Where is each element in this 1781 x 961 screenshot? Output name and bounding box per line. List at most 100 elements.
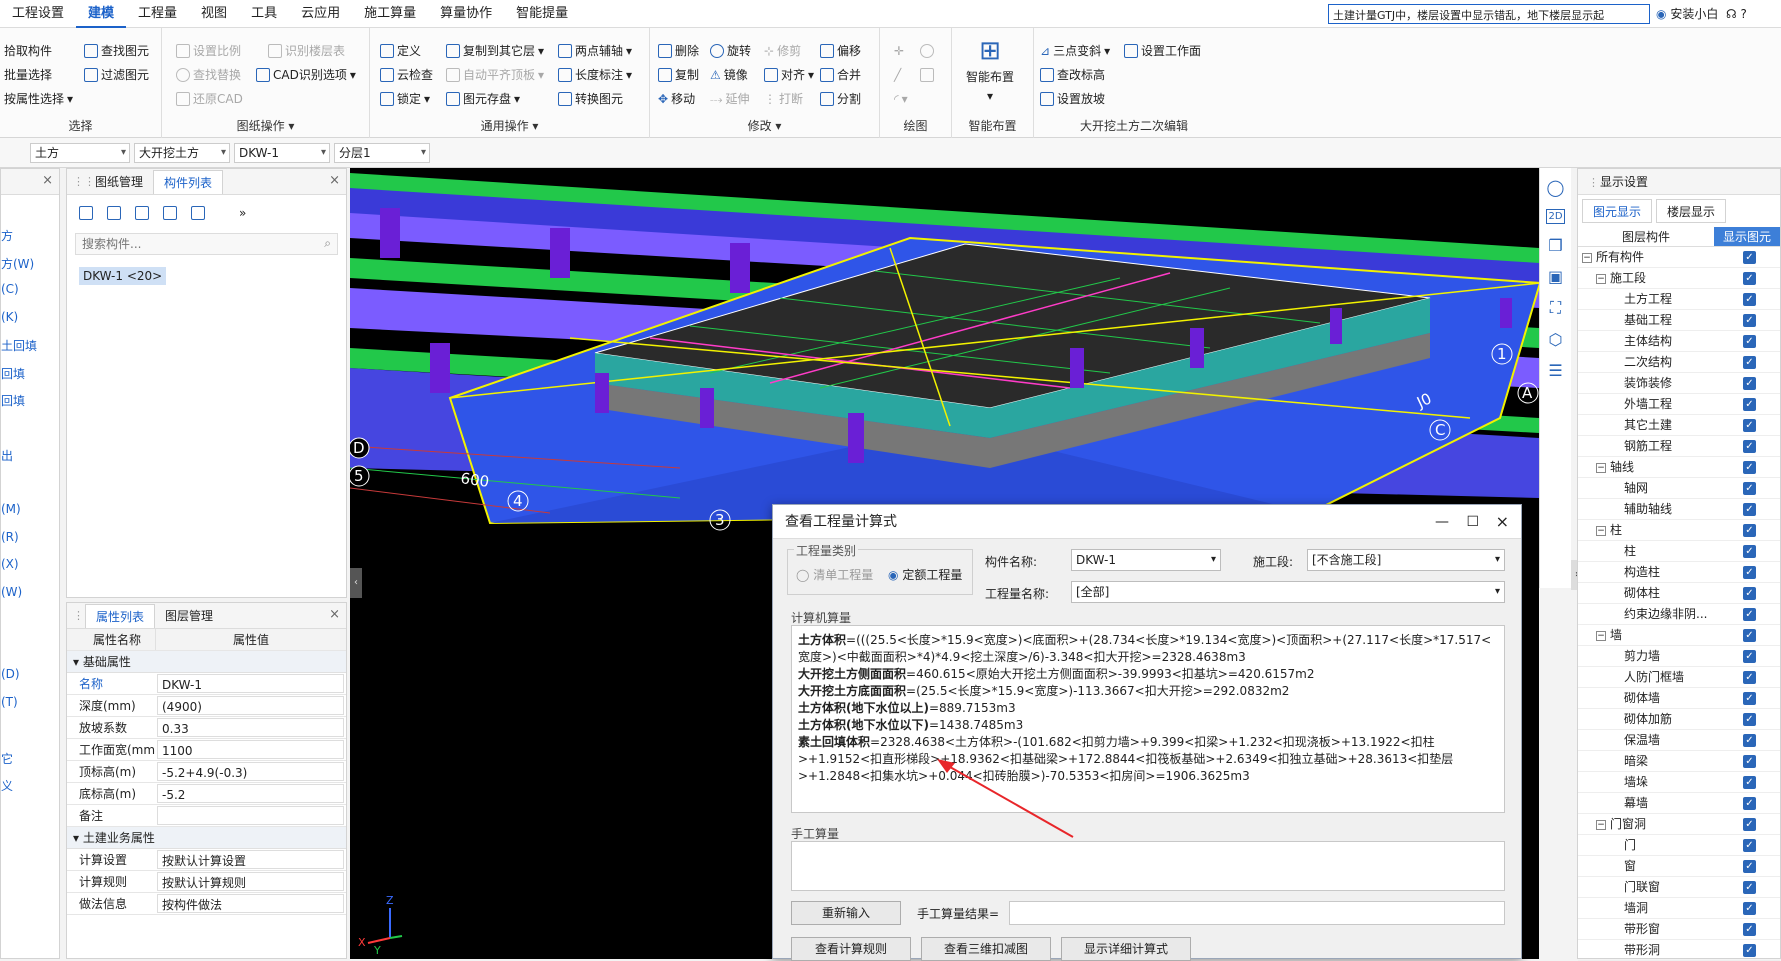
- duplicate-icon[interactable]: [163, 206, 177, 220]
- display-tree-row[interactable]: 墙洞 ✓: [1578, 898, 1780, 919]
- display-tree-row[interactable]: 柱 ✓: [1578, 541, 1780, 562]
- close-icon[interactable]: ×: [42, 173, 53, 188]
- checkbox-checked-icon[interactable]: ✓: [1743, 797, 1756, 810]
- display-tree-row[interactable]: 剪力墙 ✓: [1578, 646, 1780, 667]
- batch-select-button[interactable]: 批量选择: [4, 64, 52, 86]
- filter-element-button[interactable]: 过滤图元: [84, 64, 149, 86]
- split-button[interactable]: 分割: [820, 88, 861, 110]
- smart-layout-button[interactable]: ⊞ 智能布置 ▾: [966, 36, 1014, 103]
- copy-button[interactable]: 复制: [658, 64, 699, 86]
- left-nav-item[interactable]: 土回填: [1, 337, 37, 354]
- category-select[interactable]: 土方: [30, 143, 130, 163]
- identify-floor-table-button[interactable]: 识别楼层表: [268, 40, 345, 62]
- show-detail-formula-button[interactable]: 显示详细计算式: [1061, 937, 1191, 961]
- checkbox-checked-icon[interactable]: ✓: [1743, 335, 1756, 348]
- reenter-button[interactable]: 重新输入: [791, 901, 901, 925]
- two-point-axis-button[interactable]: 两点辅轴 ▾: [558, 40, 632, 62]
- length-dim-button[interactable]: 长度标注 ▾: [558, 64, 632, 86]
- display-tree-row[interactable]: 辅助轴线 ✓: [1578, 499, 1780, 520]
- auto-align-slab-button[interactable]: 自动平齐顶板 ▾: [446, 64, 544, 86]
- display-tree-row[interactable]: − 墙 ✓: [1578, 625, 1780, 646]
- checkbox-checked-icon[interactable]: ✓: [1743, 398, 1756, 411]
- display-tree-row[interactable]: 基础工程 ✓: [1578, 310, 1780, 331]
- display-tree-row[interactable]: 其它土建 ✓: [1578, 415, 1780, 436]
- checkbox-checked-icon[interactable]: ✓: [1743, 293, 1756, 306]
- tab-drawing-management[interactable]: 图纸管理: [85, 170, 153, 194]
- checkbox-checked-icon[interactable]: ✓: [1743, 713, 1756, 726]
- display-tree-row[interactable]: 幕墙 ✓: [1578, 793, 1780, 814]
- cube-view-icon[interactable]: ▣: [1548, 267, 1563, 286]
- convert-element-button[interactable]: 转换图元: [558, 88, 623, 110]
- checkbox-checked-icon[interactable]: ✓: [1743, 860, 1756, 873]
- draw-line-button[interactable]: ╱: [894, 64, 901, 86]
- collapse-icon[interactable]: −: [1596, 630, 1606, 641]
- orbit-icon[interactable]: ◯: [1547, 178, 1565, 197]
- left-nav-item[interactable]: 回填: [1, 365, 25, 382]
- left-nav-item[interactable]: (D): [1, 667, 20, 681]
- checkbox-checked-icon[interactable]: ✓: [1743, 566, 1756, 579]
- more-icon[interactable]: »: [239, 206, 246, 220]
- checkbox-checked-icon[interactable]: ✓: [1743, 902, 1756, 915]
- menu-tab-modeling[interactable]: 建模: [76, 0, 127, 28]
- extend-button[interactable]: ⤏ 延伸: [710, 88, 750, 110]
- display-tree-row[interactable]: 人防门框墙 ✓: [1578, 667, 1780, 688]
- top-search-input[interactable]: 土建计量GTJ中，楼层设置中显示错乱，地下楼层显示起: [1328, 4, 1650, 24]
- component-select[interactable]: DKW-1: [234, 143, 330, 163]
- find-element-button[interactable]: 查找图元: [84, 40, 149, 62]
- display-tree-row[interactable]: 砌体柱 ✓: [1578, 583, 1780, 604]
- find-replace-button[interactable]: 查找替换: [176, 64, 241, 86]
- user-account[interactable]: ◉ 安装小白 ☊ ?: [1656, 4, 1747, 24]
- left-collapse-handle[interactable]: ‹: [350, 568, 362, 598]
- tab-component-list[interactable]: 构件列表: [153, 170, 224, 194]
- checkbox-checked-icon[interactable]: ✓: [1743, 251, 1756, 264]
- manual-qty-textbox[interactable]: [791, 841, 1505, 891]
- property-value[interactable]: (4900): [157, 696, 344, 715]
- left-nav-item[interactable]: 方: [1, 227, 13, 244]
- collapse-icon[interactable]: −: [1596, 273, 1606, 284]
- display-tree-row[interactable]: 门联窗 ✓: [1578, 877, 1780, 898]
- cloud-check-button[interactable]: 云检查: [380, 64, 433, 86]
- menu-tab-quantity[interactable]: 工程量: [126, 0, 189, 28]
- display-tree-row[interactable]: 砌体加筋 ✓: [1578, 709, 1780, 730]
- left-nav-item[interactable]: 义: [1, 777, 13, 794]
- display-tree-row[interactable]: 构造柱 ✓: [1578, 562, 1780, 583]
- property-value[interactable]: 按默认计算规则: [157, 872, 344, 891]
- display-tree-row[interactable]: 带形窗 ✓: [1578, 919, 1780, 940]
- tab-layer-management[interactable]: 图层管理: [155, 604, 223, 628]
- left-nav-item[interactable]: 方(W): [1, 255, 34, 272]
- property-value[interactable]: 1100: [157, 740, 344, 759]
- collapse-icon[interactable]: −: [1596, 462, 1606, 473]
- left-nav-item[interactable]: 回填: [1, 392, 25, 409]
- checkbox-checked-icon[interactable]: ✓: [1743, 482, 1756, 495]
- move-button[interactable]: ✥ 移动: [658, 88, 695, 110]
- zoom-fit-icon[interactable]: ⛶: [1550, 298, 1561, 318]
- three-point-slope-button[interactable]: ⊿ 三点变斜 ▾: [1040, 40, 1110, 62]
- rotate-button[interactable]: 旋转: [710, 40, 751, 62]
- minimize-icon[interactable]: —: [1435, 505, 1449, 539]
- define-button[interactable]: 定义: [380, 40, 421, 62]
- set-scale-button[interactable]: 设置比例: [176, 40, 241, 62]
- checkbox-checked-icon[interactable]: ✓: [1743, 524, 1756, 537]
- display-tree-row[interactable]: 钢筋工程 ✓: [1578, 436, 1780, 457]
- copy-to-floor-button[interactable]: 复制到其它层 ▾: [446, 40, 544, 62]
- delete-button[interactable]: 删除: [658, 40, 699, 62]
- view-calc-rule-button[interactable]: 查看计算规则: [791, 937, 911, 961]
- menu-tab-tools[interactable]: 工具: [239, 0, 289, 28]
- display-tree-row[interactable]: 保温墙 ✓: [1578, 730, 1780, 751]
- checkbox-checked-icon[interactable]: ✓: [1743, 587, 1756, 600]
- align-button[interactable]: 对齐 ▾: [764, 64, 814, 86]
- close-icon[interactable]: ×: [329, 173, 340, 188]
- formula-textbox[interactable]: 土方体积=(((25.5<长度>*15.9<宽度>)<底面积>+(28.734<…: [791, 625, 1505, 813]
- property-value[interactable]: 0.33: [157, 718, 344, 737]
- search-icon[interactable]: ⌕: [324, 236, 331, 251]
- menu-tab-collab[interactable]: 算量协作: [428, 0, 504, 28]
- checkbox-checked-icon[interactable]: ✓: [1743, 650, 1756, 663]
- maximize-icon[interactable]: ☐: [1466, 505, 1479, 539]
- select-by-property-button[interactable]: 按属性选择 ▾: [4, 88, 73, 110]
- display-tree-row[interactable]: 二次结构 ✓: [1578, 352, 1780, 373]
- radio-quota-qty[interactable]: ◉ 定额工程量: [888, 566, 962, 583]
- component-search-input[interactable]: [76, 234, 296, 254]
- box-select-icon[interactable]: ⬡: [1549, 330, 1563, 349]
- checkbox-checked-icon[interactable]: ✓: [1743, 881, 1756, 894]
- checkbox-checked-icon[interactable]: ✓: [1743, 314, 1756, 327]
